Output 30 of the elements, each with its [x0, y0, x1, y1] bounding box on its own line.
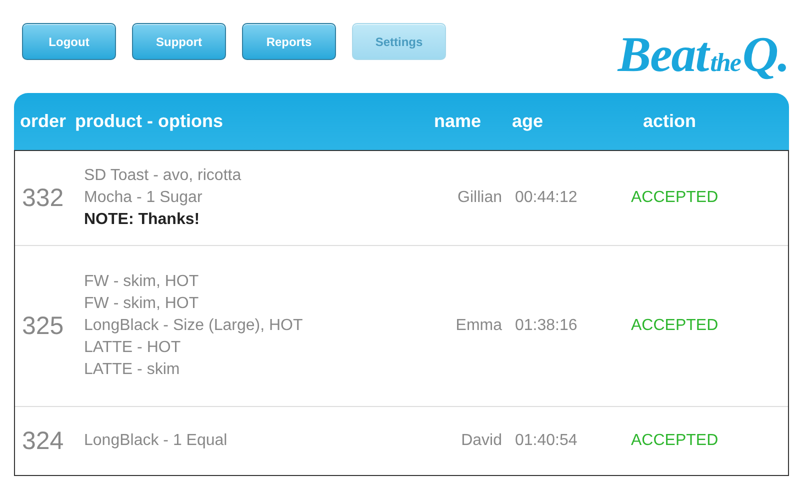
toolbar-button[interactable]: Support: [132, 23, 226, 60]
order-item: LATTE - skim: [84, 360, 181, 380]
column-header: product - options: [75, 111, 224, 132]
order-note: NOTE: Thanks!: [84, 210, 201, 230]
customer-name: Emma: [454, 317, 502, 335]
order-age: 01:40:54: [514, 432, 578, 450]
toolbar-button[interactable]: Logout: [22, 23, 116, 60]
order-status: ACCEPTED: [631, 317, 720, 335]
column-header: order: [20, 111, 68, 132]
customer-name: David: [460, 432, 502, 450]
order-number: 324: [22, 426, 65, 456]
order-age: 01:38:16: [514, 317, 578, 335]
customer-name: Gillian: [456, 189, 502, 207]
order-number: 325: [22, 312, 65, 340]
order-item: LongBlack - 1 Equal: [84, 431, 228, 451]
toolbar-button[interactable]: Reports: [242, 23, 336, 60]
column-header: age: [512, 111, 544, 132]
order-item: FW - skim, HOT: [84, 272, 200, 292]
order-item: LATTE - HOT: [84, 338, 182, 358]
order-item: FW - skim, HOT: [84, 294, 200, 314]
order-item: LongBlack - Size (Large), HOT: [84, 316, 304, 336]
order-item: SD Toast - avo, ricotta: [84, 166, 242, 186]
logo: BeattheQ.: [618, 25, 789, 83]
column-header: name: [434, 111, 482, 132]
order-age: 00:44:12: [514, 189, 578, 207]
order-item: Mocha - 1 Sugar: [84, 188, 204, 208]
column-header: action: [643, 111, 698, 132]
order-status: ACCEPTED: [631, 432, 720, 450]
order-status: ACCEPTED: [631, 189, 720, 207]
order-number: 332: [22, 184, 65, 212]
